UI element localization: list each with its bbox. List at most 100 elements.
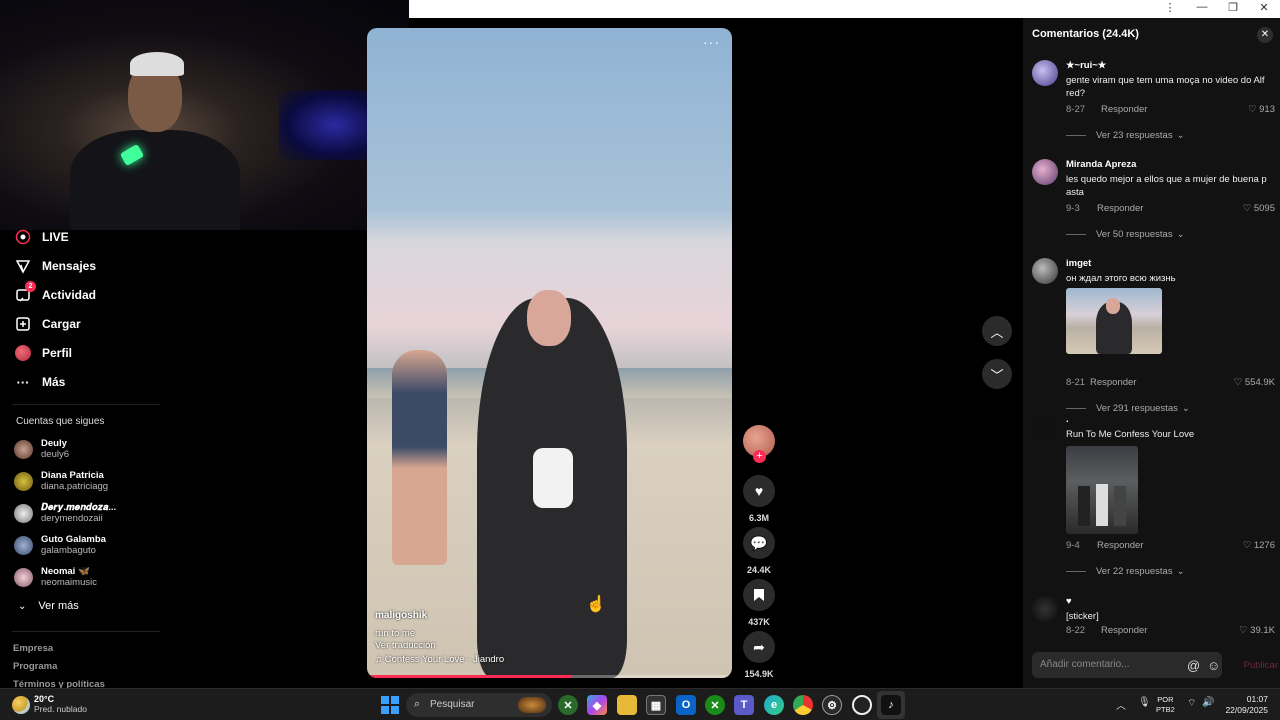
close-icon[interactable]: ✕ [1257, 27, 1273, 43]
next-video-button[interactable]: ﹀ [982, 359, 1012, 389]
nav-upload[interactable]: Cargar [14, 315, 81, 333]
comment-text: [sticker] [1066, 611, 1099, 622]
chevron-up-icon[interactable]: ︿ [1116, 697, 1126, 712]
xbox-icon[interactable]: ✕ [705, 695, 725, 715]
nav-profile[interactable]: Perfil [14, 344, 72, 362]
footer-link[interactable]: Empresa [13, 643, 53, 654]
reply-button[interactable]: Responder [1097, 540, 1143, 551]
wifi-icon[interactable]: ⌔ [1187, 697, 1196, 710]
video-author[interactable]: maligoshik [375, 610, 427, 621]
edge-icon[interactable]: e [764, 695, 784, 715]
time: 01:07 [1246, 694, 1268, 704]
follow-plus-icon[interactable]: + [753, 450, 766, 463]
footer-link[interactable]: Programa [13, 661, 57, 672]
comment-user[interactable]: ♥ [1066, 596, 1072, 607]
clock[interactable]: 01:07 22/09/2025 [1224, 694, 1268, 716]
nav-live[interactable]: LIVE [14, 228, 69, 246]
previous-video-button[interactable]: ︿ [982, 316, 1012, 346]
comment-likes[interactable]: ♡ 39.1K [1239, 625, 1275, 636]
divider [12, 631, 160, 632]
comment-item: imget он ждал этого всю жизнь 8-21 Respo… [1032, 258, 1277, 414]
following-item[interactable]: Neomai 🦋 neomaimusic [14, 566, 97, 588]
nav-activity[interactable]: 2 Actividad [14, 281, 96, 304]
comment-likes[interactable]: ♡ 913 [1248, 104, 1275, 115]
music-label[interactable]: ♫ Confess Your Love - Jiandro [375, 654, 504, 665]
emoji-icon[interactable]: ☺ [1207, 658, 1220, 673]
comment-date: 8-22 [1066, 625, 1086, 636]
comment-likes[interactable]: ♡ 1276 [1243, 540, 1275, 551]
divider [12, 404, 160, 405]
comment-icon: 💬 [743, 527, 775, 559]
tiktok-icon[interactable]: ♪ [881, 695, 901, 715]
view-replies-link[interactable]: Ver 23 respuestas ⌄ [1066, 130, 1185, 141]
view-replies-link[interactable]: Ver 50 respuestas ⌄ [1066, 229, 1185, 240]
video-progress-bar[interactable] [367, 675, 732, 678]
following-item[interactable]: Diana Patricia diana.patriciagg [14, 470, 108, 492]
nav-messages[interactable]: Mensajes [14, 257, 96, 275]
save-count: 437K [748, 617, 770, 627]
view-replies-link[interactable]: Ver 22 respuestas ⌄ [1066, 566, 1185, 577]
chrome-icon[interactable] [793, 695, 813, 715]
microphone-icon[interactable]: 🎙 [1138, 697, 1151, 708]
share-button[interactable]: ➦ 154.9K [743, 631, 775, 679]
see-more-label: Ver más [38, 600, 79, 612]
avatar[interactable] [1032, 596, 1058, 622]
post-button[interactable]: Publicar [1244, 660, 1278, 671]
close-window-button[interactable]: ✕ [1253, 1, 1275, 14]
upload-icon [14, 315, 32, 333]
video-player[interactable]: ··· maligoshik run to me Ver traducción … [367, 28, 732, 678]
teams-icon[interactable]: T [734, 695, 754, 715]
view-replies-link[interactable]: Ver 291 respuestas ⌄ [1066, 403, 1190, 414]
reply-button[interactable]: Responder [1101, 625, 1147, 636]
translate-link[interactable]: Ver traducción [375, 640, 436, 651]
file-explorer-icon[interactable] [617, 695, 637, 715]
reply-button[interactable]: Responder [1101, 104, 1147, 115]
following-item[interactable]: Deuly deuly6 [14, 438, 69, 460]
like-button[interactable]: ♥ 6.3M [743, 475, 775, 523]
comment-image[interactable] [1066, 446, 1138, 534]
windows-start-icon[interactable] [381, 696, 399, 714]
volume-icon[interactable]: 🔊 [1202, 697, 1214, 708]
following-item[interactable]: Guto Galamba galambaguto [14, 534, 106, 556]
app-icon[interactable]: ✕ [558, 695, 578, 715]
video-options-icon[interactable]: ··· [703, 34, 720, 50]
nav-label: Perfil [42, 346, 73, 360]
settings-icon[interactable]: ⚙ [822, 695, 842, 715]
comment-image[interactable] [1066, 288, 1162, 354]
avatar[interactable] [1032, 258, 1058, 284]
kebab-menu-icon[interactable]: ⋮ [1159, 1, 1181, 14]
save-button[interactable]: 437K [743, 579, 775, 627]
restore-button[interactable]: ❐ [1222, 1, 1244, 14]
minimize-button[interactable]: — [1191, 1, 1213, 13]
comment-likes[interactable]: ♡ 554.9K [1234, 377, 1275, 388]
avatar[interactable] [1032, 159, 1058, 185]
following-item[interactable]: 𝑫𝒆𝒓𝒚.𝒎𝒆𝒏𝒅𝒐𝒛𝒂... derymendozaii [14, 502, 116, 524]
comment-user[interactable]: ★~rui~★ [1066, 60, 1106, 71]
nav-more[interactable]: ··· Más [14, 373, 66, 391]
comment-user[interactable]: Miranda Apreza [1066, 159, 1136, 170]
avatar[interactable] [1032, 60, 1058, 86]
mention-icon[interactable]: @ [1187, 658, 1200, 673]
webcam-overlay [0, 0, 409, 230]
comment-user[interactable]: . [1066, 414, 1069, 425]
avatar [14, 567, 33, 587]
comment-likes[interactable]: ♡ 5095 [1243, 203, 1275, 214]
language-indicator[interactable]: POR PTB2 [1156, 695, 1175, 715]
avatar[interactable] [1032, 414, 1058, 440]
store-icon[interactable]: ▦ [646, 695, 666, 715]
copilot-icon[interactable]: ◆ [587, 695, 607, 715]
heart-outline-icon: ♡ [1242, 540, 1254, 551]
comment-user[interactable]: imget [1066, 258, 1091, 269]
comment-item: ★~rui~★ gente viram que tem uma moça no … [1032, 60, 1277, 150]
taskbar-search[interactable]: ⌕ Pesquisar [406, 693, 552, 717]
following-handle: neomaimusic [41, 577, 97, 588]
comment-date: 8-27 [1066, 104, 1086, 115]
comment-button[interactable]: 💬 24.4K [743, 527, 775, 575]
reply-button[interactable]: Responder [1097, 203, 1143, 214]
weather-widget[interactable]: 20°C Pred. nublado [12, 694, 87, 715]
comment-item: Miranda Apreza les quedo mejor a ellos q… [1032, 159, 1277, 249]
reply-button[interactable]: Responder [1090, 377, 1136, 388]
obs-icon[interactable] [852, 695, 872, 715]
outlook-icon[interactable]: O [676, 695, 696, 715]
see-more-link[interactable]: ⌄ Ver más [18, 600, 79, 612]
